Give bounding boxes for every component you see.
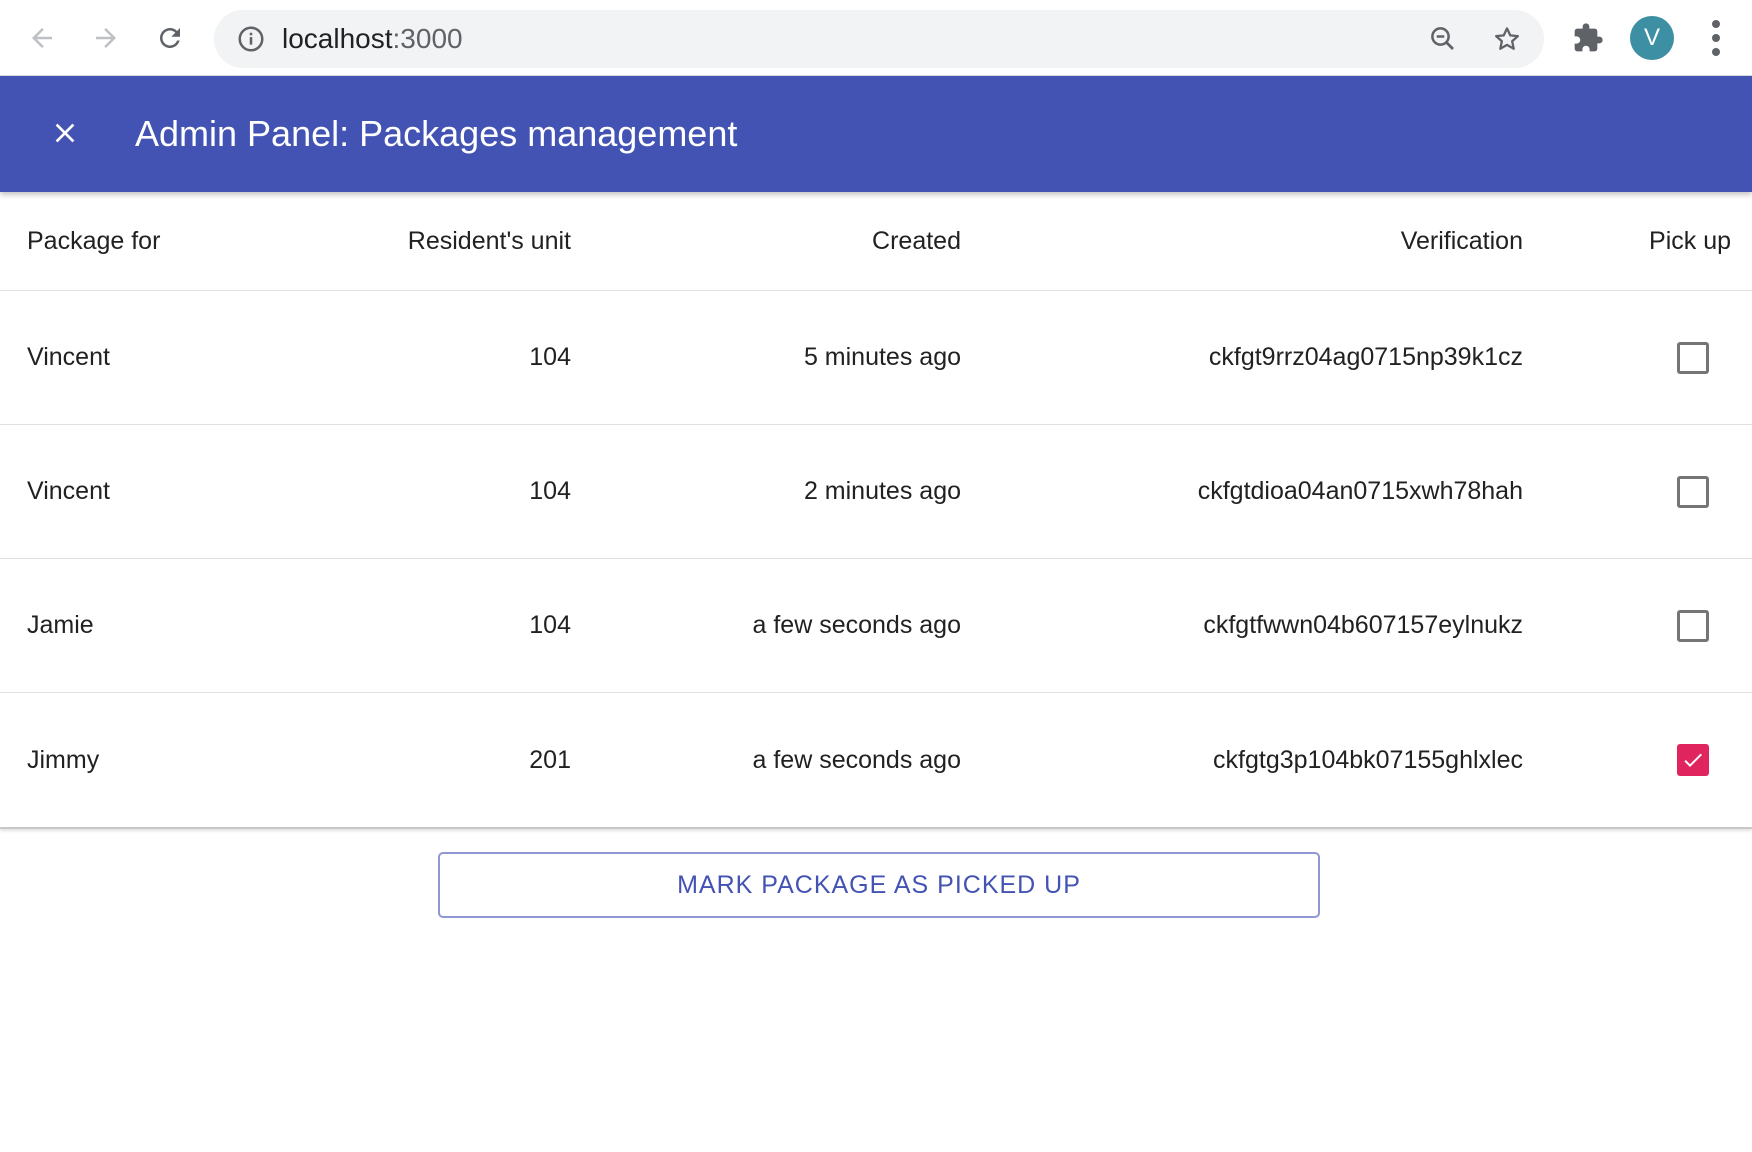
- url-text: localhost:3000: [282, 10, 463, 68]
- arrow-left-icon: [32, 28, 52, 48]
- cell-created: a few seconds ago: [752, 611, 961, 639]
- cell-verification: ckfgtdioa04an0715xwh78hah: [1197, 477, 1523, 505]
- cell-unit: 104: [529, 477, 571, 505]
- address-bar[interactable]: localhost:3000: [214, 10, 1544, 68]
- cell-created: a few seconds ago: [752, 745, 961, 774]
- check-icon: [1684, 753, 1702, 767]
- cell-created: 5 minutes ago: [803, 343, 961, 371]
- arrow-right-icon: [96, 28, 116, 48]
- table-row[interactable]: Jimmy 201 a few seconds ago ckfgtg3p104b…: [0, 693, 1752, 827]
- pick-up-checkbox[interactable]: [1677, 609, 1709, 642]
- column-header-pick-up[interactable]: Pick up: [1649, 192, 1731, 290]
- star-icon[interactable]: [1492, 24, 1522, 54]
- cell-pick-up: [1674, 291, 1712, 424]
- cell-verification: ckfgtfwwn04b607157eylnukz: [1203, 611, 1523, 639]
- column-header-created[interactable]: Created: [872, 192, 961, 290]
- cell-package-for: Vincent: [27, 477, 110, 505]
- page-title: Admin Panel: Packages management: [135, 113, 738, 154]
- back-button[interactable]: [18, 14, 66, 62]
- url-host: localhost: [282, 23, 393, 54]
- close-icon: [55, 123, 75, 143]
- cell-package-for: Vincent: [27, 343, 110, 371]
- packages-table: Package for Resident's unit Created Veri…: [0, 192, 1752, 829]
- pick-up-checkbox[interactable]: [1677, 744, 1709, 776]
- cell-created: 2 minutes ago: [803, 477, 961, 505]
- profile-avatar[interactable]: V: [1630, 16, 1674, 60]
- close-button[interactable]: [40, 108, 90, 158]
- cell-pick-up: [1674, 559, 1712, 692]
- table-header-row: Package for Resident's unit Created Veri…: [0, 192, 1752, 291]
- table-row[interactable]: Vincent 104 2 minutes ago ckfgtdioa04an0…: [0, 425, 1752, 559]
- app-bar: Admin Panel: Packages management: [0, 76, 1752, 192]
- table-row[interactable]: Vincent 104 5 minutes ago ckfgt9rrz04ag0…: [0, 291, 1752, 425]
- reload-button[interactable]: [146, 14, 194, 62]
- cell-unit: 201: [529, 745, 571, 774]
- reload-icon: [160, 28, 180, 48]
- more-vert-icon[interactable]: [1702, 18, 1730, 58]
- forward-button[interactable]: [82, 14, 130, 62]
- pick-up-checkbox[interactable]: [1677, 475, 1709, 508]
- cell-verification: ckfgtg3p104bk07155ghlxlec: [1213, 745, 1523, 774]
- cell-package-for: Jamie: [27, 611, 94, 639]
- cell-pick-up: [1674, 425, 1712, 558]
- cell-unit: 104: [529, 611, 571, 639]
- info-icon[interactable]: [236, 24, 266, 54]
- cell-package-for: Jimmy: [27, 745, 100, 774]
- column-header-unit[interactable]: Resident's unit: [408, 192, 571, 290]
- zoom-out-icon[interactable]: [1428, 24, 1458, 54]
- pick-up-checkbox[interactable]: [1677, 341, 1709, 374]
- column-header-package-for[interactable]: Package for: [27, 192, 160, 290]
- cell-unit: 104: [529, 343, 571, 371]
- url-port: :3000: [392, 23, 463, 54]
- table-row[interactable]: Jamie 104 a few seconds ago ckfgtfwwn04b…: [0, 559, 1752, 693]
- cell-pick-up: [1674, 693, 1712, 827]
- browser-toolbar: localhost:3000 V: [0, 0, 1752, 76]
- puzzle-icon[interactable]: [1572, 22, 1604, 54]
- column-header-verification[interactable]: Verification: [1401, 192, 1523, 290]
- cell-verification: ckfgt9rrz04ag0715np39k1cz: [1208, 343, 1523, 371]
- mark-picked-up-button[interactable]: MARK PACKAGE AS PICKED UP: [438, 852, 1320, 918]
